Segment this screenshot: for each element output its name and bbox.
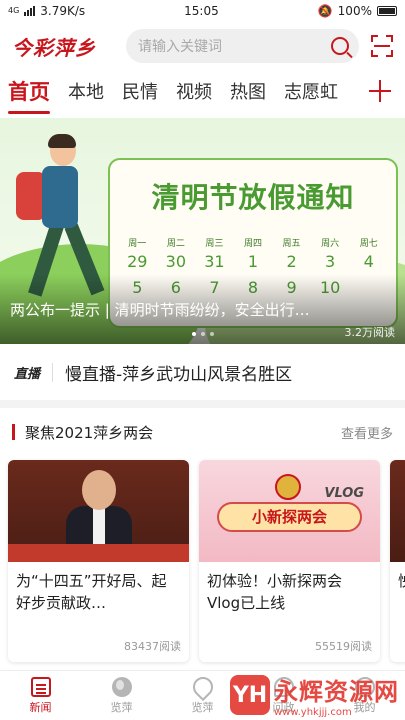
emblem-icon xyxy=(275,474,301,500)
signal-icon xyxy=(24,6,36,16)
section-divider xyxy=(0,400,405,408)
globe-icon xyxy=(111,676,132,697)
newspaper-icon xyxy=(30,676,51,697)
news-card[interactable]: VLOG 小新探两会 初体验！小新探两会Vlog已上线 55519阅读 xyxy=(199,460,380,662)
news-card[interactable]: 为“十四五”开好局、起好步贡献政… 83437阅读 xyxy=(8,460,189,662)
search-box[interactable]: 请输入关键词 xyxy=(126,29,359,63)
live-stream-row[interactable]: 直播 慢直播-萍乡武功山风景名胜区 xyxy=(0,344,405,400)
search-input[interactable]: 请输入关键词 xyxy=(138,36,331,56)
section-header: 聚焦2021萍乡两会 查看更多 xyxy=(0,418,405,446)
live-title[interactable]: 慢直播-萍乡武功山风景名胜区 xyxy=(65,360,292,385)
weekday: 周七 xyxy=(359,239,378,249)
status-right: 🔕 100% xyxy=(318,4,397,18)
tab-home[interactable]: 首页 xyxy=(8,76,50,114)
card-image: VLOG 小新探两会 xyxy=(199,460,380,562)
card-title: 怏 xyxy=(390,562,405,618)
status-bar: 4G 3.79K/s 15:05 🔕 100% xyxy=(0,0,405,22)
status-left: 4G 3.79K/s xyxy=(8,4,85,18)
news-card-carousel[interactable]: 为“十四五”开好局、起好步贡献政… 83437阅读 VLOG 小新探两会 初体验… xyxy=(8,460,405,662)
banner-caption-overlay: 两公布一提示 | 清明时节雨纷纷，安全出行… 3.2万阅读 xyxy=(0,274,405,344)
poster-title: 清明节放假通知 xyxy=(151,181,355,214)
watermark-text: 永辉资源网 www.yhkjjj.com xyxy=(274,672,399,718)
calendar-day: 31 xyxy=(204,252,225,271)
card-title: 初体验！小新探两会Vlog已上线 xyxy=(207,572,343,612)
watermark-logo-icon: YH xyxy=(230,675,270,715)
mute-icon: 🔕 xyxy=(317,4,333,18)
weekday: 周五 xyxy=(282,239,301,249)
nav-browse[interactable]: 览萍 xyxy=(81,671,162,720)
nav-label: 新闻 xyxy=(29,700,52,714)
nav-label: 览萍 xyxy=(110,700,133,714)
weekday: 周四 xyxy=(243,239,262,249)
section-accent-bar xyxy=(12,424,15,440)
channel-tabs: 首页 本地 民情 视频 热图 志愿虹 xyxy=(0,70,405,116)
tab-video[interactable]: 视频 xyxy=(176,78,212,108)
tab-public-opinion[interactable]: 民情 xyxy=(122,78,158,108)
card-read-count: 83437阅读 xyxy=(124,640,181,653)
news-card-peek[interactable]: 怏 xyxy=(390,460,405,662)
tab-hot-pictures[interactable]: 热图 xyxy=(230,78,266,108)
calendar-row: 29 30 31 1 2 3 4 xyxy=(118,252,388,271)
network-type: 4G xyxy=(8,6,20,15)
vlog-tag: VLOG xyxy=(324,486,364,501)
battery-icon xyxy=(376,6,397,16)
hero-banner[interactable]: 清明节放假通知 周一 周二 周三 周四 周五 周六 周七 29 30 31 1 … xyxy=(0,118,405,344)
app-header: 今彩萍乡 请输入关键词 xyxy=(0,22,405,70)
location-icon xyxy=(188,672,217,701)
banner-caption: 两公布一提示 | 清明时节雨纷纷，安全出行… xyxy=(10,301,310,319)
calendar-day: 29 xyxy=(127,252,148,271)
weekday: 周三 xyxy=(205,239,224,249)
calendar-day: 1 xyxy=(247,252,259,271)
calendar-day: 30 xyxy=(165,252,187,271)
carousel-dots[interactable] xyxy=(0,332,405,336)
search-icon[interactable] xyxy=(331,37,349,55)
see-more-link[interactable]: 查看更多 xyxy=(341,423,393,442)
scan-icon[interactable] xyxy=(371,35,393,57)
watermark-name: 永辉资源网 xyxy=(274,678,399,706)
section-title: 聚焦2021萍乡两会 xyxy=(25,423,154,442)
weekday: 周一 xyxy=(128,239,147,249)
card-image xyxy=(8,460,189,562)
card-read-count: 55519阅读 xyxy=(315,640,372,653)
live-badge: 直播 xyxy=(14,362,54,382)
card-image xyxy=(390,460,405,562)
calendar-weekdays: 周一 周二 周三 周四 周五 周六 周七 xyxy=(118,236,388,249)
nav-news[interactable]: 新闻 xyxy=(0,671,81,720)
network-speed: 3.79K/s xyxy=(40,4,86,18)
tab-local[interactable]: 本地 xyxy=(68,78,104,108)
card-title: 为“十四五”开好局、起好步贡献政… xyxy=(16,572,167,612)
watermark-url: www.yhkjjj.com xyxy=(274,707,352,718)
weekday: 周六 xyxy=(321,239,340,249)
calendar-day: 3 xyxy=(325,252,336,271)
site-watermark: YH 永辉资源网 www.yhkjjj.com xyxy=(230,672,399,718)
add-channel-icon[interactable] xyxy=(369,80,391,102)
tab-volunteer[interactable]: 志愿虹 xyxy=(284,78,338,108)
card-image-text: 小新探两会 xyxy=(251,508,327,526)
battery-percent: 100% xyxy=(337,4,372,18)
app-logo[interactable]: 今彩萍乡 xyxy=(12,32,114,61)
calendar-day: 4 xyxy=(363,252,374,271)
weekday: 周二 xyxy=(166,239,185,249)
clock: 15:05 xyxy=(184,4,219,18)
calendar-day: 2 xyxy=(286,252,297,271)
